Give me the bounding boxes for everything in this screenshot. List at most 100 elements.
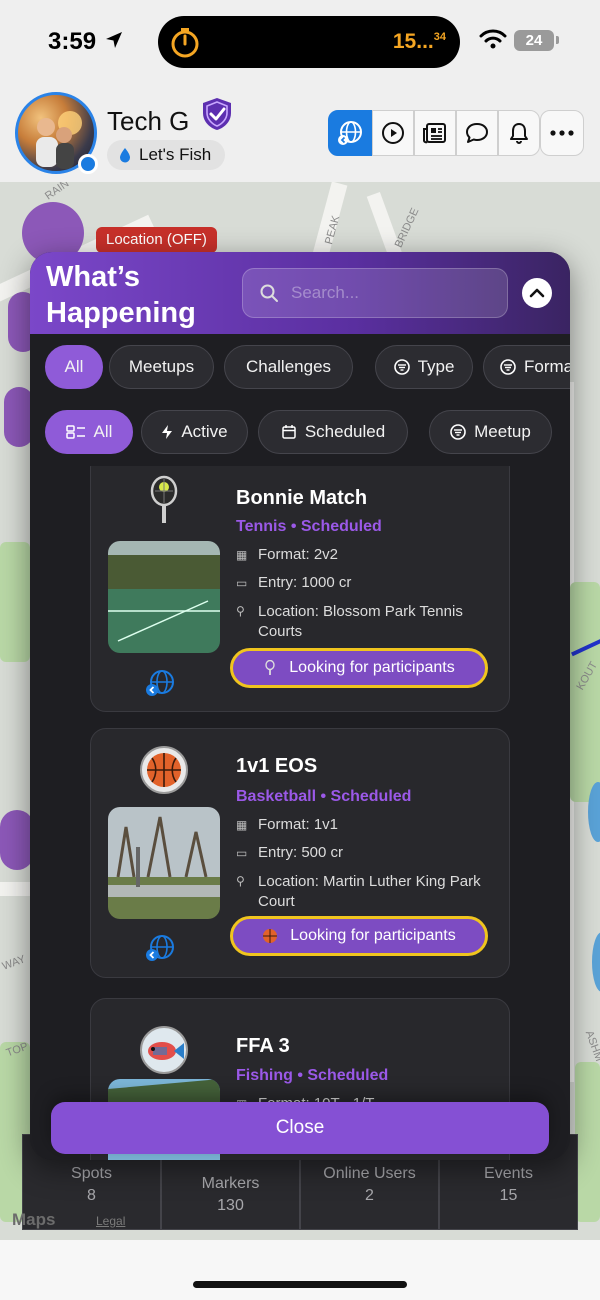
user-name: Tech G <box>107 106 190 136</box>
card-icon: ▭ <box>236 576 248 590</box>
event-title: Bonnie Match <box>236 487 368 509</box>
event-photo <box>108 807 220 919</box>
looking-for-participants-button[interactable]: Looking for participants <box>230 916 488 956</box>
whats-happening-panel: What’s Happening All Meetups Challenges … <box>30 252 570 1160</box>
filter-icon <box>450 424 466 440</box>
event-entry: ▭ Entry: 500 cr <box>236 844 344 861</box>
activity-status-pill[interactable]: Let's Fish <box>107 140 226 170</box>
event-subtitle: Basketball • Scheduled <box>236 788 412 805</box>
play-icon <box>382 122 404 144</box>
app-header: Tech G Let's Fish <box>0 84 600 182</box>
basketball-icon <box>263 929 278 943</box>
filter-icon <box>500 359 516 375</box>
water-drop-icon <box>120 148 130 163</box>
wifi-icon <box>479 29 507 49</box>
globe-button[interactable] <box>328 110 372 156</box>
globe-icon <box>338 121 362 145</box>
globe-link-icon[interactable] <box>143 933 177 963</box>
header-actions <box>328 110 540 156</box>
filter-all[interactable]: All <box>45 345 103 389</box>
event-card[interactable]: 1v1 EOS Basketball • Scheduled ▦ Format: … <box>90 728 510 978</box>
grid-small-icon: ▦ <box>236 818 248 832</box>
calendar-icon <box>282 425 296 439</box>
globe-link-icon[interactable] <box>143 668 177 698</box>
filter-challenges[interactable]: Challenges <box>224 345 353 389</box>
event-format: ▦ Format: 1v1 <box>236 816 339 833</box>
status-bar: 3:59 15...34 24 <box>0 0 600 84</box>
map-park <box>570 582 600 802</box>
map-pin-icon: ⚲ <box>236 874 245 888</box>
panel-title: What’s Happening <box>46 261 196 329</box>
event-photo <box>108 541 220 653</box>
grid-small-icon: ▦ <box>236 548 248 562</box>
filter-format-dropdown[interactable]: Format <box>483 345 570 389</box>
status-filter-row: All Active Scheduled Meetup <box>30 410 570 456</box>
status-scheduled[interactable]: Scheduled <box>258 410 408 454</box>
bell-icon <box>510 123 528 144</box>
status-active[interactable]: Active <box>141 410 248 454</box>
chat-icon <box>466 123 488 143</box>
map-pin[interactable] <box>0 810 34 870</box>
event-subtitle: Fishing • Scheduled <box>236 1067 389 1084</box>
map-park <box>575 1062 600 1222</box>
close-button[interactable]: Close <box>51 1102 549 1154</box>
verified-shield-icon <box>203 98 231 130</box>
grid-icon <box>65 425 85 439</box>
event-entry: ▭ Entry: 1000 cr <box>236 574 352 591</box>
more-icon <box>550 130 574 136</box>
maps-watermark: Maps <box>12 1210 56 1229</box>
looking-for-participants-button[interactable]: Looking for participants <box>230 648 488 688</box>
home-indicator[interactable] <box>193 1281 407 1288</box>
status-all[interactable]: All <box>45 410 133 454</box>
map-pin[interactable] <box>588 782 600 842</box>
card-icon: ▭ <box>236 846 248 860</box>
map-park <box>0 542 30 662</box>
event-subtitle: Tennis • Scheduled <box>236 518 382 535</box>
notifications-button[interactable] <box>498 110 540 156</box>
location-arrow-icon <box>106 32 122 48</box>
panel-header: What’s Happening <box>30 252 570 334</box>
timer-readout: 15...34 <box>392 30 446 53</box>
event-format: ▦ Format: 2v2 <box>236 546 339 563</box>
filter-type-dropdown[interactable]: Type <box>375 345 473 389</box>
dynamic-island[interactable]: 15...34 <box>158 16 460 68</box>
home-indicator-area <box>0 1240 600 1300</box>
location-status-badge: Location (OFF) <box>96 227 217 253</box>
status-time: 3:59 <box>48 28 97 55</box>
fish-icon <box>140 1026 188 1074</box>
filter-icon <box>393 359 410 375</box>
tennis-racket-icon <box>265 660 275 675</box>
search-icon <box>260 284 278 302</box>
event-card[interactable]: Bonnie Match Tennis • Scheduled ▦ Format:… <box>90 466 510 712</box>
filter-meetups[interactable]: Meetups <box>109 345 214 389</box>
lightning-icon <box>162 425 173 439</box>
map-pin-icon: ⚲ <box>236 604 245 618</box>
chevron-up-icon <box>529 288 545 298</box>
event-location: ⚲ Location: Blossom Park Tennis Courts <box>236 603 463 640</box>
event-title: FFA 3 <box>236 1035 290 1057</box>
online-status-dot <box>78 154 98 174</box>
meetup-type-dropdown[interactable]: Meetup <box>429 410 552 454</box>
street-label: ASHM <box>582 1029 600 1063</box>
tennis-racket-icon <box>150 475 178 523</box>
battery-nub <box>556 36 559 44</box>
legal-link[interactable]: Legal <box>96 1214 125 1228</box>
search-field[interactable] <box>242 268 508 318</box>
street-label: RAIN <box>42 182 72 203</box>
event-list[interactable]: Bonnie Match Tennis • Scheduled ▦ Format:… <box>30 466 570 1160</box>
collapse-button[interactable] <box>522 278 552 308</box>
street-label: WAY <box>0 953 28 973</box>
more-button[interactable] <box>540 110 584 156</box>
activity-label: Let's Fish <box>139 145 212 164</box>
play-button[interactable] <box>372 110 414 156</box>
timer-icon <box>171 28 199 58</box>
event-location: ⚲ Location: Martin Luther King Park Court <box>236 873 481 910</box>
chat-button[interactable] <box>456 110 498 156</box>
map-pin[interactable] <box>592 932 600 992</box>
search-input[interactable] <box>291 283 491 303</box>
category-filter-row: All Meetups Challenges Type Format <box>30 345 570 391</box>
street-label: BRIDGE <box>392 206 422 250</box>
event-title: 1v1 EOS <box>236 755 318 777</box>
news-button[interactable] <box>414 110 456 156</box>
basketball-icon <box>140 746 188 794</box>
